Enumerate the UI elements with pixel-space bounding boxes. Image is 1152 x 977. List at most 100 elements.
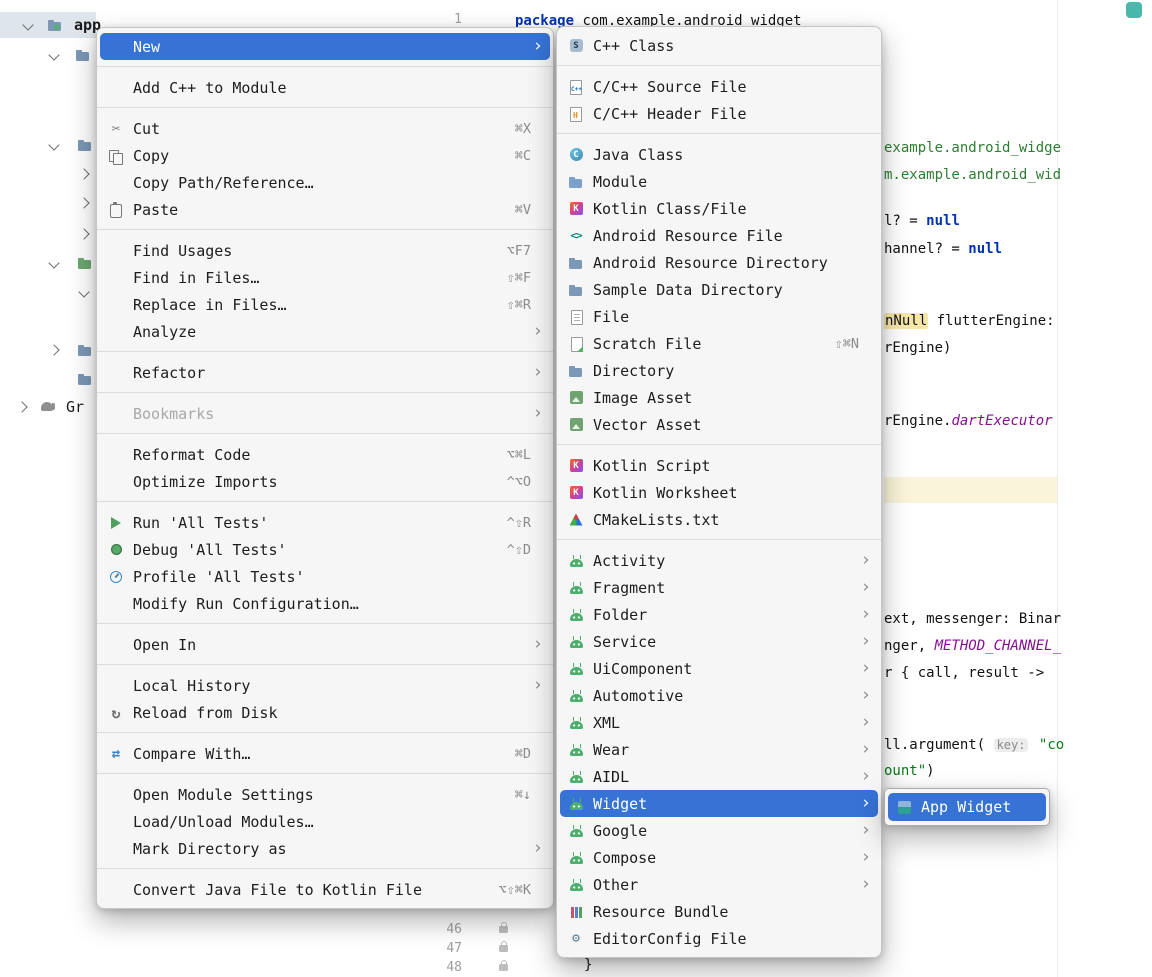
menu-item-other[interactable]: Other› [557, 871, 881, 898]
menu-item-compose[interactable]: Compose› [557, 844, 881, 871]
menu-item-uicomponent[interactable]: UiComponent› [557, 655, 881, 682]
tree-row[interactable] [0, 250, 96, 276]
menu-item-kotlin-script[interactable]: Kotlin Script [557, 452, 881, 479]
menu-item-image-asset[interactable]: Image Asset [557, 384, 881, 411]
menu-item-aidl[interactable]: AIDL› [557, 763, 881, 790]
menu-item-c-class[interactable]: C++ Class [557, 32, 881, 59]
scratch-file-icon [567, 336, 585, 352]
menu-item-mark-directory-as[interactable]: Mark Directory as› [97, 835, 553, 862]
menu-item-replace-in-files[interactable]: Replace in Files…⇧⌘R [97, 291, 553, 318]
menu-item-label: C/C++ Source File [593, 78, 747, 96]
menu-item-app-widget[interactable]: App Widget [888, 793, 1046, 821]
menu-item-debug-all-tests[interactable]: Debug 'All Tests'^⇧D [97, 536, 553, 563]
menu-item-label: C/C++ Header File [593, 105, 747, 123]
menu-item-module[interactable]: Module [557, 168, 881, 195]
module-icon [567, 174, 585, 190]
menu-item-analyze[interactable]: Analyze› [97, 318, 553, 345]
menu-item-c-c-header-file[interactable]: C/C++ Header File [557, 100, 881, 127]
chevron-right-icon[interactable] [78, 228, 89, 239]
menu-item-reformat-code[interactable]: Reformat Code⌥⌘L [97, 441, 553, 468]
menu-item-automotive[interactable]: Automotive› [557, 682, 881, 709]
menu-item-fragment[interactable]: Fragment› [557, 574, 881, 601]
chevron-down-icon[interactable] [48, 257, 59, 268]
menu-item-folder[interactable]: Folder› [557, 601, 881, 628]
menu-item-directory[interactable]: Directory [557, 357, 881, 384]
chevron-right-icon[interactable] [78, 168, 89, 179]
menu-item-bookmarks[interactable]: Bookmarks› [97, 400, 553, 427]
menu-item-wear[interactable]: Wear› [557, 736, 881, 763]
chevron-down-icon[interactable] [22, 19, 33, 30]
tree-row[interactable] [0, 190, 96, 216]
menu-item-cmakelists-txt[interactable]: CMakeLists.txt [557, 506, 881, 533]
widget-submenu: App Widget [884, 788, 1050, 826]
tree-row[interactable] [0, 366, 96, 392]
chevron-right-icon[interactable] [48, 344, 59, 355]
chevron-down-icon[interactable] [48, 139, 59, 150]
menu-separator [97, 623, 553, 624]
menu-item-android-resource-file[interactable]: Android Resource File [557, 222, 881, 249]
tree-row[interactable] [0, 42, 96, 68]
tree-row[interactable]: Gr [0, 394, 96, 420]
submenu-arrow-icon: › [859, 579, 871, 596]
icon-spacer [107, 175, 125, 191]
menu-item-google[interactable]: Google› [557, 817, 881, 844]
menu-item-local-history[interactable]: Local History› [97, 672, 553, 699]
tree-item-label[interactable]: Gr [66, 398, 84, 416]
menu-item-activity[interactable]: Activity› [557, 547, 881, 574]
menu-item-kotlin-worksheet[interactable]: Kotlin Worksheet [557, 479, 881, 506]
menu-item-refactor[interactable]: Refactor› [97, 359, 553, 386]
tree-row[interactable] [0, 132, 96, 158]
menu-item-copy[interactable]: Copy⌘C [97, 142, 553, 169]
menu-item-new[interactable]: New› [100, 33, 550, 60]
menu-item-label: Automotive [593, 687, 683, 705]
menu-item-widget[interactable]: Widget› [560, 790, 878, 817]
menu-item-paste[interactable]: Paste⌘V [97, 196, 553, 223]
reload-icon [107, 705, 125, 721]
menu-item-label: Resource Bundle [593, 903, 728, 921]
menu-item-xml[interactable]: XML› [557, 709, 881, 736]
menu-item-add-c-to-module[interactable]: Add C++ to Module [97, 74, 553, 101]
menu-item-c-c-source-file[interactable]: C/C++ Source File [557, 73, 881, 100]
menu-item-reload-from-disk[interactable]: Reload from Disk [97, 699, 553, 726]
chevron-right-icon[interactable] [78, 197, 89, 208]
tree-row[interactable] [0, 279, 96, 305]
menu-item-open-module-settings[interactable]: Open Module Settings⌘↓ [97, 781, 553, 808]
menu-item-run-all-tests[interactable]: Run 'All Tests'^⇧R [97, 509, 553, 536]
submenu-arrow-icon: › [531, 323, 543, 340]
menu-item-find-in-files[interactable]: Find in Files…⇧⌘F [97, 264, 553, 291]
icon-spacer [107, 243, 125, 259]
menu-item-resource-bundle[interactable]: Resource Bundle [557, 898, 881, 925]
menu-item-find-usages[interactable]: Find Usages⌥F7 [97, 237, 553, 264]
icon-spacer [107, 841, 125, 857]
chevron-down-icon[interactable] [48, 49, 59, 60]
menu-item-sample-data-directory[interactable]: Sample Data Directory [557, 276, 881, 303]
menu-item-open-in[interactable]: Open In› [97, 631, 553, 658]
menu-item-editorconfig-file[interactable]: EditorConfig File [557, 925, 881, 952]
menu-item-kotlin-class-file[interactable]: Kotlin Class/File [557, 195, 881, 222]
tree-row[interactable]: app [0, 12, 96, 38]
menu-item-compare-with[interactable]: Compare With…⌘D [97, 740, 553, 767]
menu-item-file[interactable]: File [557, 303, 881, 330]
submenu-arrow-icon: › [859, 876, 871, 893]
chevron-down-icon[interactable] [78, 286, 89, 297]
menu-item-android-resource-directory[interactable]: Android Resource Directory [557, 249, 881, 276]
resource-bundle-icon [567, 904, 585, 920]
menu-item-vector-asset[interactable]: Vector Asset [557, 411, 881, 438]
menu-item-optimize-imports[interactable]: Optimize Imports^⌥O [97, 468, 553, 495]
tree-row[interactable] [0, 337, 96, 363]
menu-item-service[interactable]: Service› [557, 628, 881, 655]
menu-item-shortcut: ⌥⇧⌘K [498, 882, 531, 898]
menu-item-profile-all-tests[interactable]: Profile 'All Tests' [97, 563, 553, 590]
menu-item-scratch-file[interactable]: Scratch File⇧⌘N [557, 330, 881, 357]
chevron-right-icon[interactable] [16, 401, 27, 412]
menu-item-modify-run-configuration[interactable]: Modify Run Configuration… [97, 590, 553, 617]
menu-item-copy-path-reference[interactable]: Copy Path/Reference… [97, 169, 553, 196]
tree-row[interactable] [0, 161, 96, 187]
menu-item-cut[interactable]: Cut⌘X [97, 115, 553, 142]
menu-item-load-unload-modules[interactable]: Load/Unload Modules… [97, 808, 553, 835]
menu-item-java-class[interactable]: Java Class [557, 141, 881, 168]
menu-item-label: Service [593, 633, 656, 651]
android-icon [567, 742, 585, 758]
menu-item-convert-java-file-to-kotlin-file[interactable]: Convert Java File to Kotlin File⌥⇧⌘K [97, 876, 553, 903]
tree-row[interactable] [0, 221, 96, 247]
